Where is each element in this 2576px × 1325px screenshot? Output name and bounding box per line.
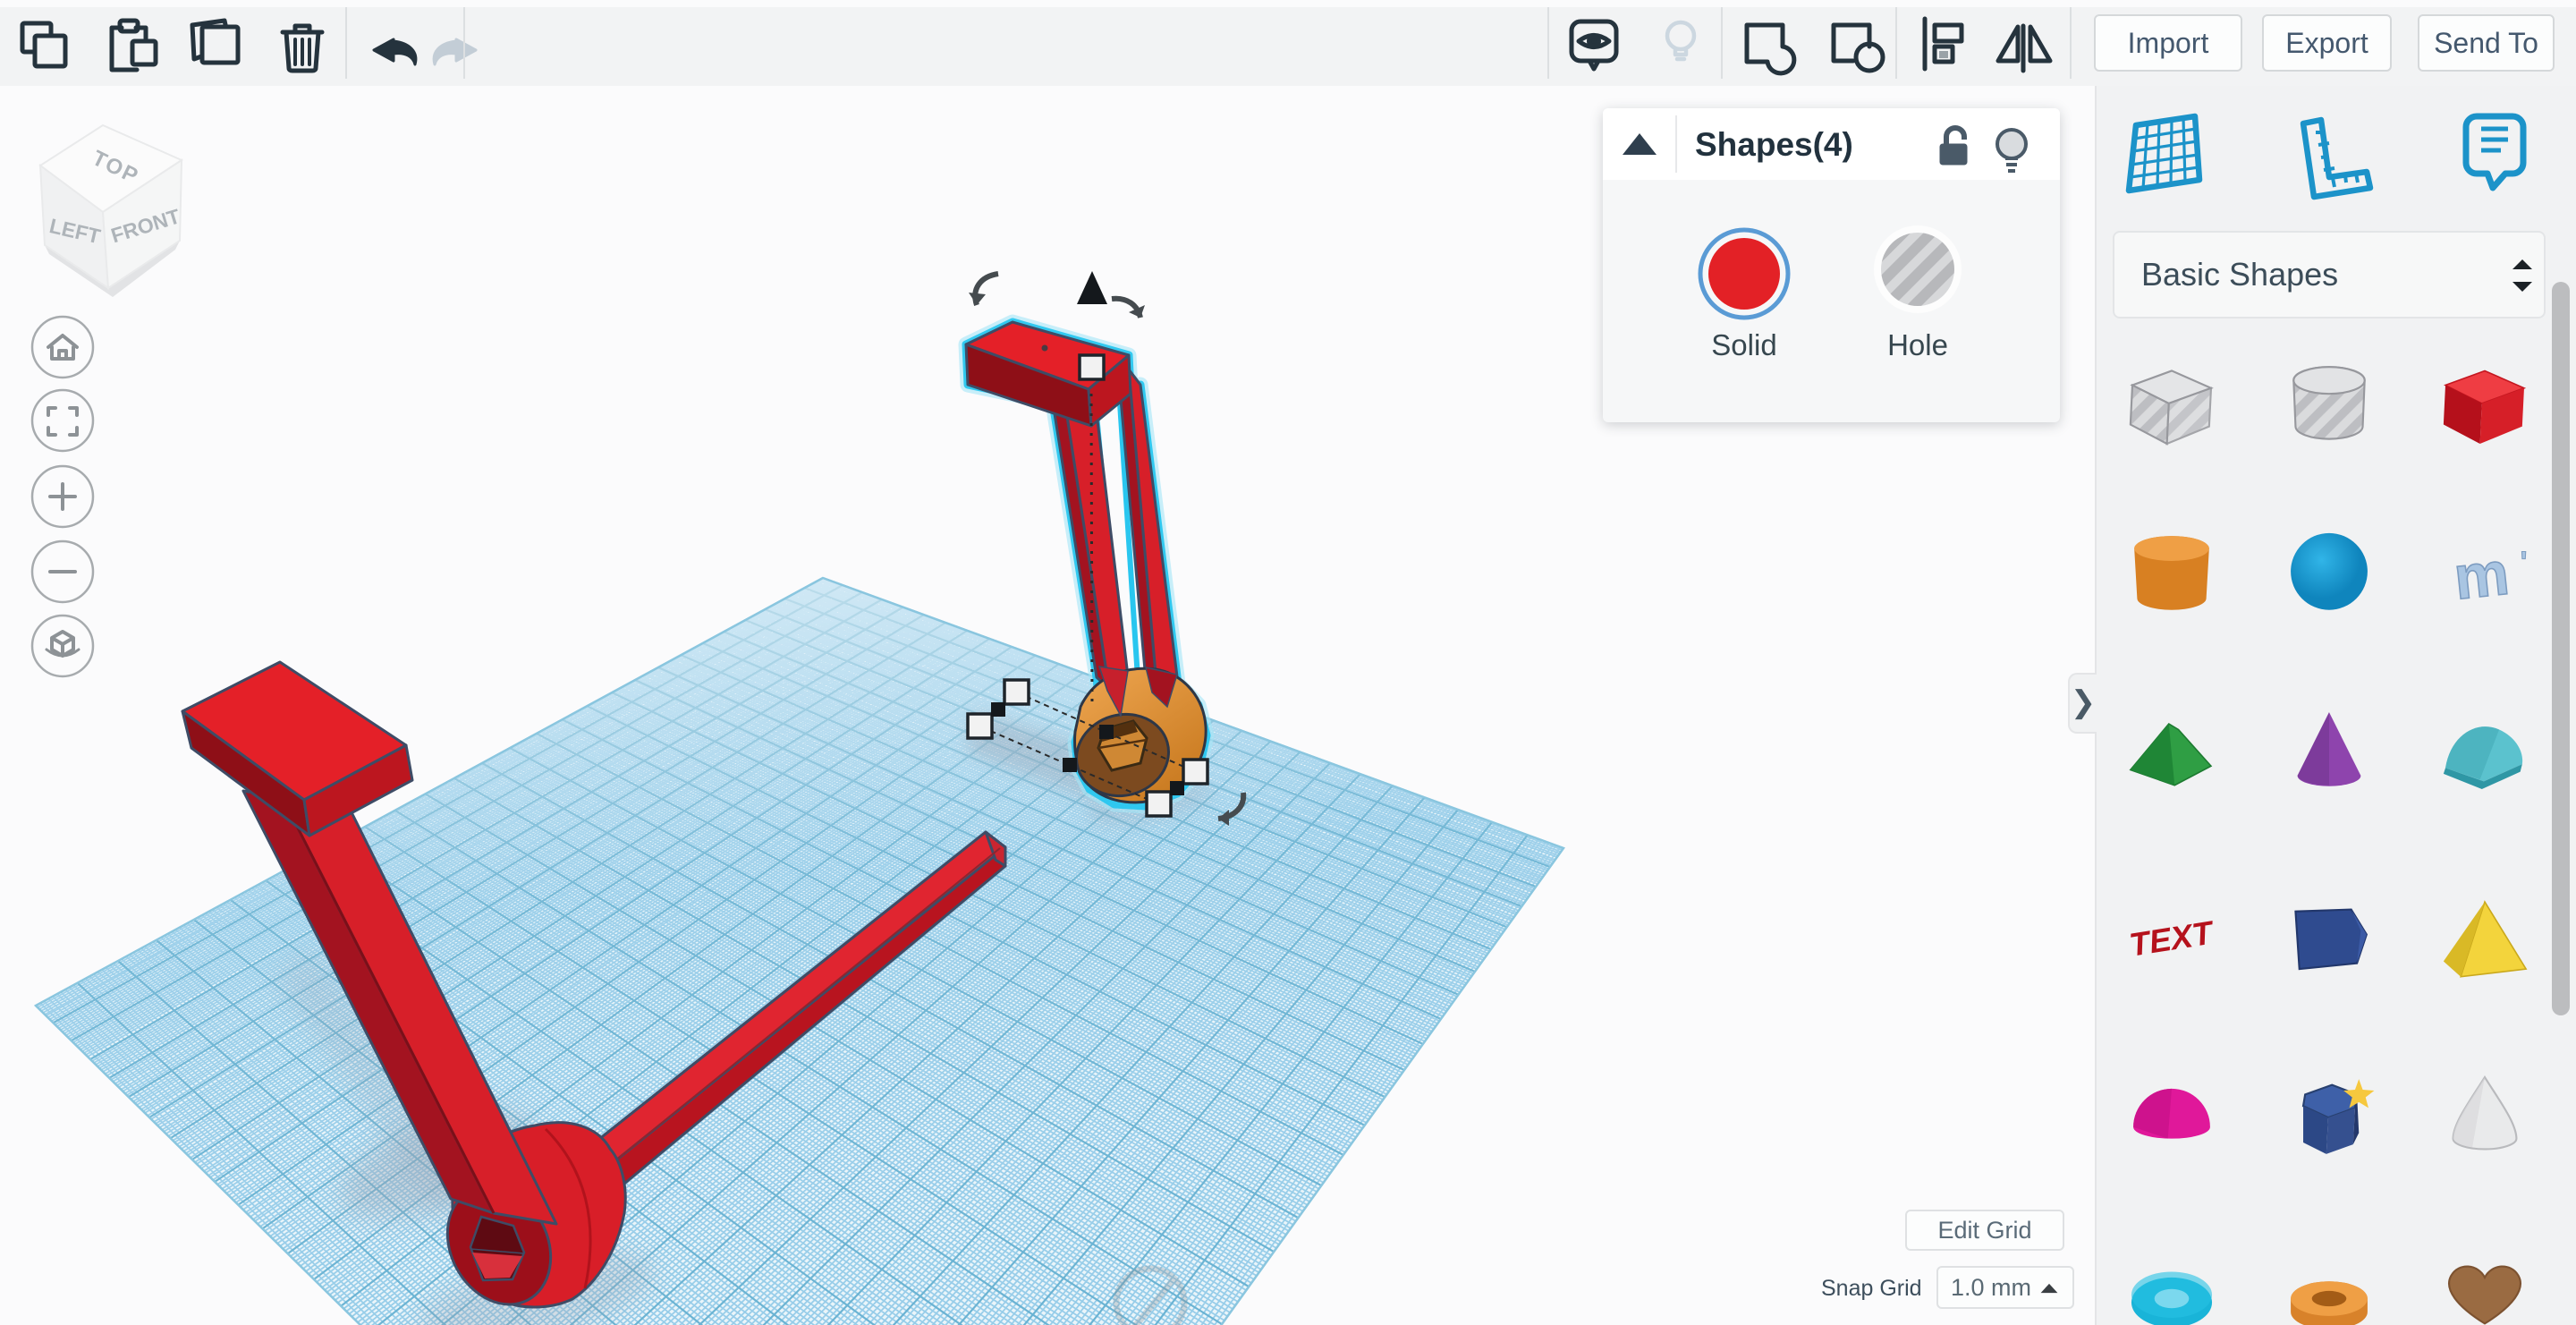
svg-text:Hole: Hole	[1887, 328, 1948, 361]
svg-text:m: m	[2451, 539, 2512, 613]
svg-text:TEXT: TEXT	[2127, 913, 2217, 964]
svg-text:Shapes(4): Shapes(4)	[1695, 126, 1853, 163]
svg-text:Solid: Solid	[1711, 328, 1776, 361]
svg-text:': '	[2521, 546, 2528, 578]
